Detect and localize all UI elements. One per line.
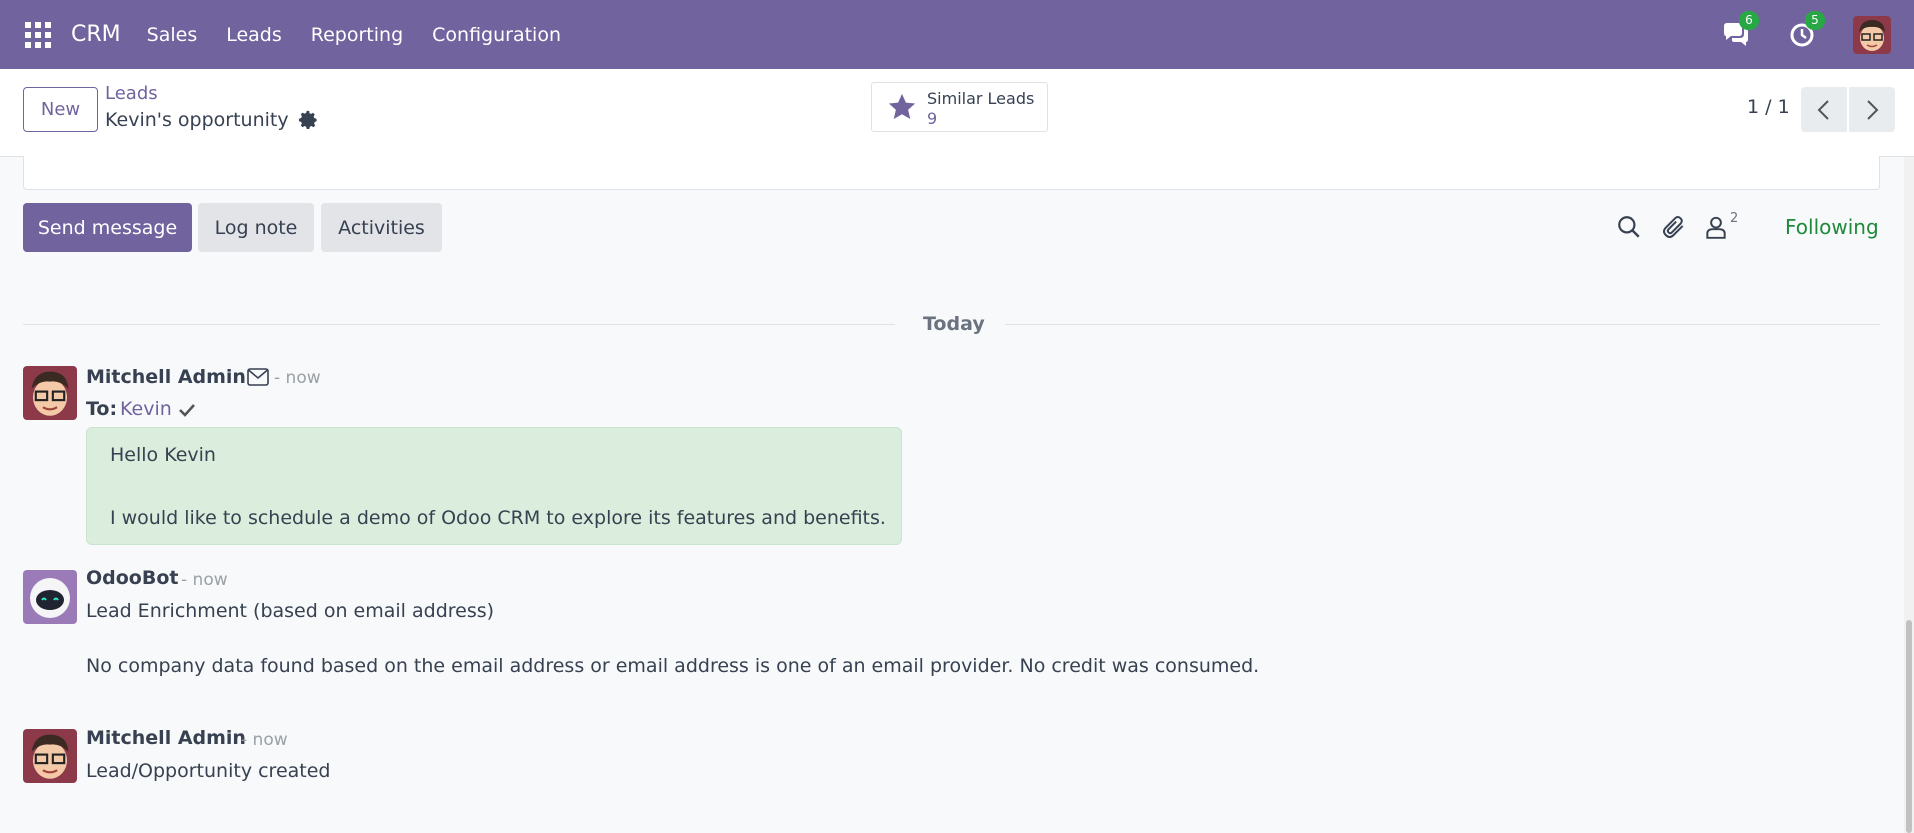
menu-leads[interactable]: Leads	[226, 24, 282, 46]
send-message-button[interactable]: Send message	[23, 203, 192, 252]
control-panel: New Leads Kevin's opportunity Similar Le…	[0, 69, 1914, 157]
message-author[interactable]: Mitchell Admin	[86, 727, 246, 749]
message-greeting: Hello Kevin	[110, 444, 216, 466]
activities-badge: 5	[1805, 10, 1825, 30]
odoobot-avatar[interactable]	[23, 570, 77, 624]
envelope-icon[interactable]	[247, 368, 269, 386]
message-body: Hello Kevin I would like to schedule a d…	[86, 427, 902, 545]
pager-previous-button[interactable]	[1801, 87, 1847, 132]
messages-badge: 6	[1739, 10, 1759, 30]
app-name[interactable]: CRM	[71, 22, 121, 47]
date-divider-right	[1005, 324, 1880, 325]
form-sheet-bottom	[23, 156, 1880, 190]
messages-button[interactable]: 6	[1721, 10, 1759, 51]
similar-leads-label: Similar Leads	[927, 89, 1035, 108]
message-author[interactable]: Mitchell Admin	[86, 366, 246, 388]
log-note-button[interactable]: Log note	[198, 203, 314, 252]
chevron-left-icon	[1817, 99, 1829, 120]
scrollbar-thumb[interactable]	[1906, 620, 1912, 833]
check-icon	[179, 404, 195, 417]
message-time: - now	[241, 730, 288, 750]
apps-icon[interactable]	[25, 21, 51, 48]
author-avatar[interactable]	[23, 366, 77, 420]
star-icon	[888, 93, 916, 119]
date-separator: Today	[923, 313, 985, 335]
user-icon[interactable]	[1703, 214, 1729, 240]
search-icon[interactable]	[1616, 214, 1642, 240]
paperclip-icon[interactable]	[1661, 214, 1687, 240]
top-navbar: CRM Sales Leads Reporting Configuration …	[0, 0, 1914, 69]
message-author[interactable]: OdooBot	[86, 567, 178, 589]
recipient-name[interactable]: Kevin	[120, 398, 172, 420]
message-text: I would like to schedule a demo of Odoo …	[110, 507, 886, 529]
similar-leads-button[interactable]: Similar Leads 9	[871, 82, 1048, 132]
similar-leads-count: 9	[927, 109, 938, 128]
menu-sales[interactable]: Sales	[147, 24, 198, 46]
activities-button[interactable]: Activities	[321, 203, 442, 252]
author-avatar[interactable]	[23, 729, 77, 783]
message-time: - now	[181, 570, 228, 590]
message-text: Lead/Opportunity created	[86, 760, 331, 782]
new-button[interactable]: New	[23, 87, 98, 132]
date-divider-left	[23, 324, 895, 325]
gear-icon[interactable]	[297, 109, 319, 131]
menu-reporting[interactable]: Reporting	[311, 24, 403, 46]
recipient-label: To:	[86, 398, 118, 420]
followers-count[interactable]: 2	[1730, 211, 1738, 226]
record-title: Kevin's opportunity	[105, 109, 289, 131]
user-avatar[interactable]	[1853, 15, 1891, 54]
message-time: - now	[274, 368, 321, 388]
breadcrumb-leads[interactable]: Leads	[105, 83, 158, 104]
activities-button[interactable]: 5	[1787, 10, 1825, 51]
pager-value[interactable]: 1 / 1	[1747, 96, 1790, 118]
message-text: No company data found based on the email…	[86, 655, 1260, 677]
pager-next-button[interactable]	[1849, 87, 1895, 132]
menu-configuration[interactable]: Configuration	[432, 24, 561, 46]
chevron-right-icon	[1867, 99, 1879, 120]
message-text: Lead Enrichment (based on email address)	[86, 600, 495, 622]
following-button[interactable]: Following	[1785, 215, 1879, 239]
